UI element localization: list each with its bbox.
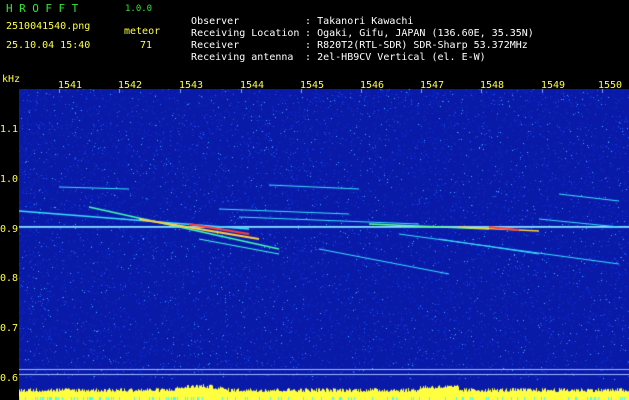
datetime-label: 25.10.04 15:40 — [6, 40, 91, 51]
app-version: 1.0.0 — [125, 4, 153, 14]
spectrogram-canvas — [19, 89, 629, 400]
y-tick-label: 1.1 — [0, 124, 19, 135]
y-tick-label: 1.0 — [0, 174, 19, 185]
info-value: : 2el-HB9CV Vertical (el. E-W) — [305, 52, 486, 63]
detection-count: 71 — [140, 40, 153, 51]
y-tick-label: 0.6 — [0, 373, 19, 384]
app-name: HROFFT — [6, 2, 85, 15]
filename-label: 2510041540.png — [6, 21, 91, 32]
info-label: Receiving antenna — [191, 52, 294, 63]
y-axis-unit: kHz — [2, 74, 21, 85]
detection-type-label: meteor — [124, 26, 161, 37]
info-row-antenna: Receiving antenna : 2el-HB9CV Vertical (e… — [179, 41, 486, 63]
y-tick-label: 0.9 — [0, 224, 19, 235]
y-tick-label: 0.7 — [0, 323, 19, 334]
y-tick-label: 0.8 — [0, 273, 19, 284]
